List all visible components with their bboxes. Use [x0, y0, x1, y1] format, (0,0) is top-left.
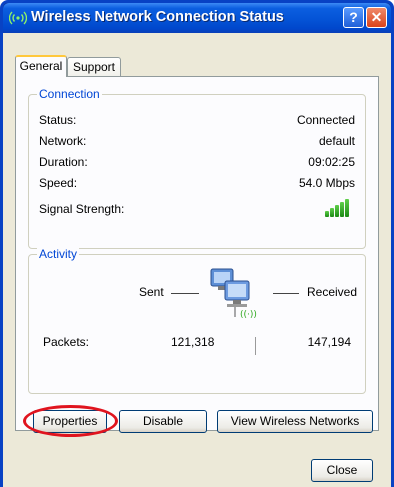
- dialog-body: Support General Connection Status: Conne…: [3, 33, 391, 487]
- connection-group: Connection Status: Connected Network: de…: [28, 87, 366, 249]
- help-icon: ?: [349, 9, 358, 25]
- status-label: Status:: [39, 113, 77, 127]
- duration-row: Duration: 09:02:25: [39, 155, 355, 171]
- general-tab-panel: Connection Status: Connected Network: de…: [15, 76, 379, 431]
- window-title: Wireless Network Connection Status: [31, 9, 284, 25]
- view-wireless-networks-button[interactable]: View Wireless Networks: [217, 410, 373, 433]
- speed-value: 54.0 Mbps: [298, 176, 355, 190]
- network-value: default: [318, 134, 355, 148]
- close-window-button[interactable]: ✕: [366, 7, 387, 28]
- svg-text:((·)): ((·)): [240, 310, 257, 320]
- sent-label: Sent: [139, 285, 164, 299]
- close-button[interactable]: Close: [311, 459, 373, 482]
- signal-bar: [345, 199, 349, 217]
- tab-support[interactable]: Support: [67, 57, 121, 77]
- status-dialog: Wireless Network Connection Status ? ✕ S…: [0, 0, 394, 487]
- signal-bar: [330, 208, 334, 217]
- packets-label: Packets:: [43, 335, 90, 349]
- tab-general[interactable]: General: [15, 55, 67, 77]
- signal-bar: [335, 205, 339, 217]
- packets-sent-value: 121,318: [171, 335, 215, 349]
- activity-group: Activity Sent ((·)) Received Packets: 12…: [28, 247, 366, 394]
- packets-received-value: 147,194: [307, 335, 351, 349]
- network-row: Network: default: [39, 134, 355, 150]
- status-value: Connected: [296, 113, 355, 127]
- speed-label: Speed:: [39, 176, 78, 190]
- network-label: Network:: [39, 134, 87, 148]
- activity-legend: Activity: [37, 247, 80, 261]
- duration-value: 09:02:25: [308, 155, 355, 169]
- received-label: Received: [307, 285, 358, 299]
- signal-label: Signal Strength:: [39, 202, 125, 216]
- disable-button[interactable]: Disable: [119, 410, 207, 433]
- title-bar[interactable]: Wireless Network Connection Status ? ✕: [3, 3, 391, 33]
- signal-strength-icon: [325, 199, 351, 217]
- speed-row: Speed: 54.0 Mbps: [39, 176, 355, 192]
- signal-bar: [325, 211, 329, 217]
- received-line: [273, 293, 299, 294]
- connection-legend: Connection: [37, 87, 102, 101]
- highlight-ring: [23, 405, 118, 437]
- signal-row: Signal Strength:: [39, 199, 355, 218]
- network-computers-icon: ((·)): [210, 268, 257, 320]
- signal-bar: [340, 202, 344, 217]
- wireless-icon: [9, 11, 27, 25]
- packets-divider: [255, 337, 256, 355]
- duration-label: Duration:: [39, 155, 88, 169]
- status-row: Status: Connected: [39, 113, 355, 129]
- sent-line: [171, 293, 199, 294]
- close-icon: ✕: [370, 9, 383, 25]
- help-button[interactable]: ?: [343, 7, 364, 28]
